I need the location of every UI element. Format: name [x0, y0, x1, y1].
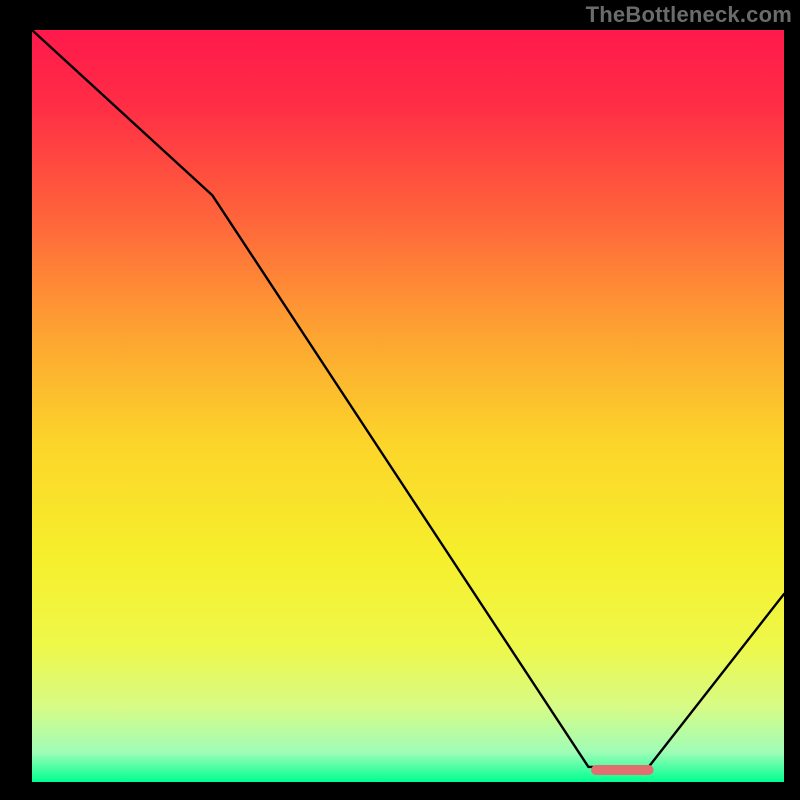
- watermark-label: TheBottleneck.com: [586, 2, 792, 28]
- plot-svg: [32, 30, 784, 782]
- chart-frame: TheBottleneck.com: [0, 0, 800, 800]
- gradient-background: [32, 30, 784, 782]
- plot-area: [30, 28, 786, 784]
